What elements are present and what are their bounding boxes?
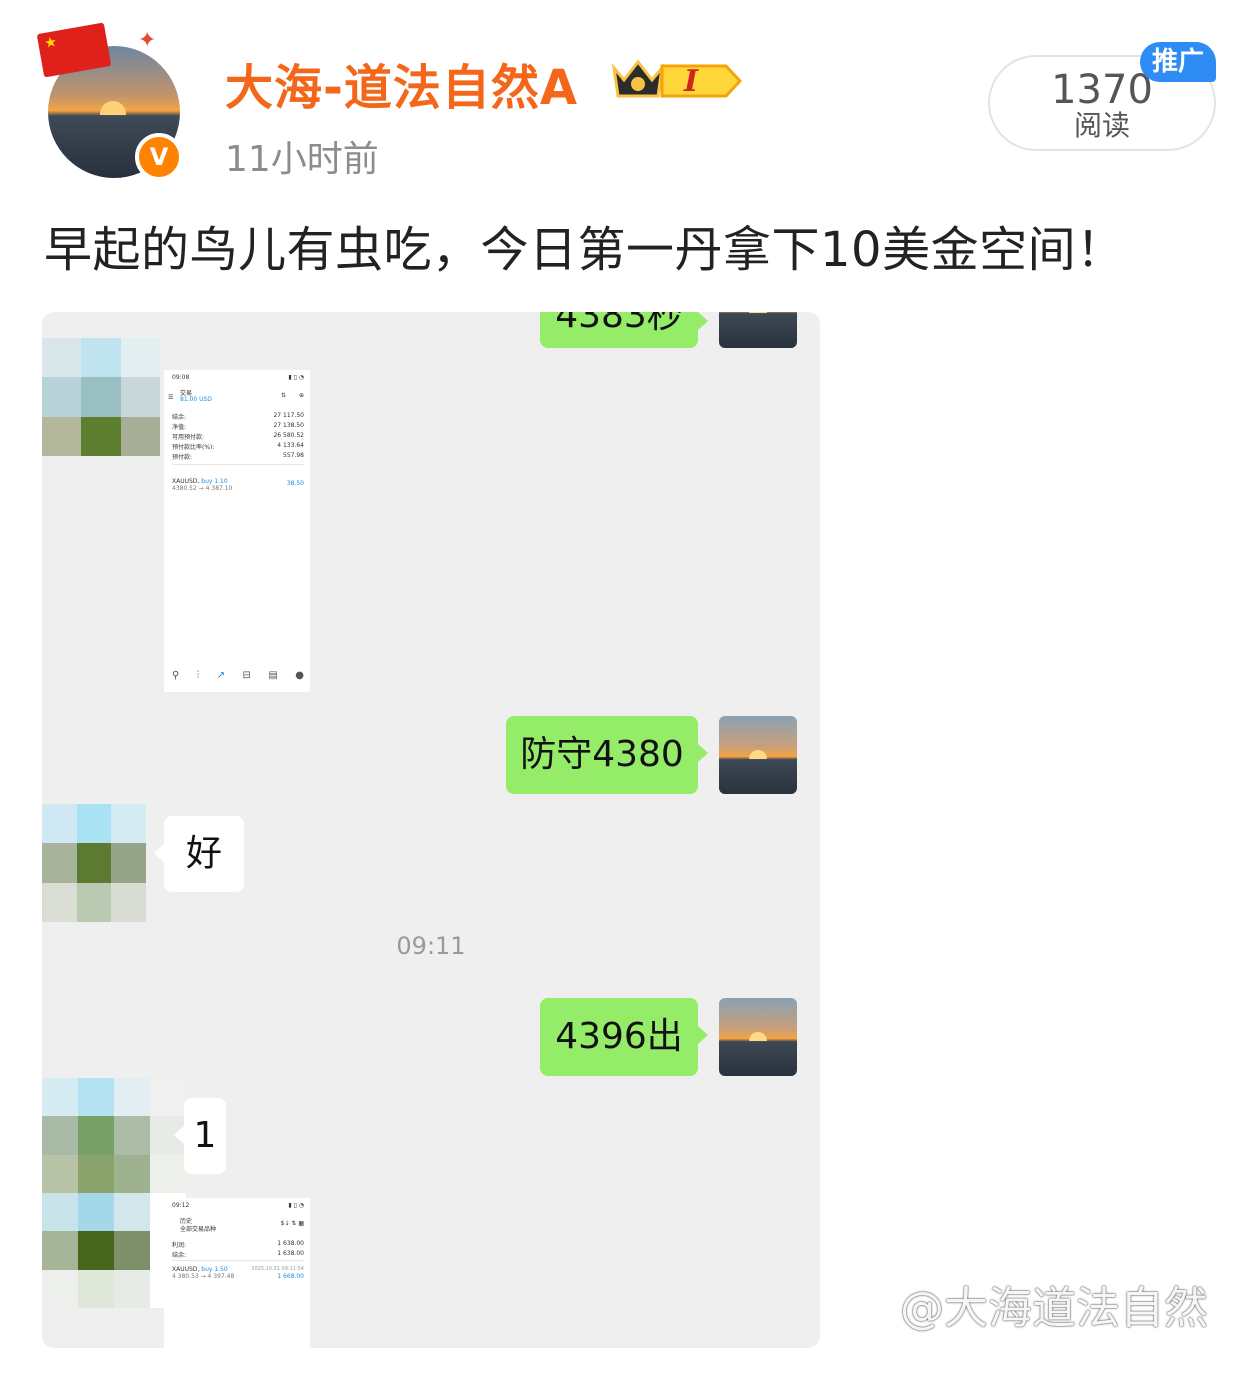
account-row-label: 预付款:	[172, 454, 193, 461]
account-row: 预付款: 557.98	[172, 452, 304, 461]
level-badge: I	[660, 62, 742, 100]
chat-bubble-partial: 4383秒	[540, 312, 708, 348]
sender-avatar	[719, 998, 797, 1076]
position-profit: 38.50	[286, 480, 304, 487]
history-icon: ⊟	[242, 670, 251, 681]
level-badge-label: I	[684, 64, 699, 99]
chat-time-label: 09:11	[396, 932, 466, 960]
account-row-value: 1 638.00	[277, 1250, 304, 1257]
status-time: 09:12	[172, 1202, 190, 1209]
chat-bubble-defend: 防守4380	[506, 716, 708, 794]
screen-subtitle: 81.00 USD	[180, 396, 212, 403]
messages-icon: ●	[295, 670, 304, 681]
chat-bubble-exit: 4396出	[540, 998, 708, 1076]
account-row: 净值: 27 138.50	[172, 422, 304, 431]
chat-bubble-ok: 好	[154, 816, 244, 892]
sender-avatar	[719, 716, 797, 794]
birds-icon: ✦	[138, 28, 157, 53]
position-profit: 1 668.00	[277, 1273, 304, 1280]
chat-bubble-partial-text: 4383秒	[555, 312, 683, 336]
chart-icon: ⫶	[196, 670, 200, 681]
screen-subtitle: 全部交易品种	[180, 1226, 217, 1233]
promote-button[interactable]: 推广	[1140, 42, 1216, 82]
account-row: 结余: 27 117.50	[172, 412, 304, 421]
account-row-value: 27 138.50	[273, 422, 304, 429]
blurred-avatar	[42, 338, 160, 456]
trade-screenshot: 09:08 ▮ ▯ ◔ ☰ 交易 81.00 USD ⇅ ⊕ 结余: 27 117…	[164, 370, 310, 692]
trade-screenshot: 09:12 ▮ ▯ ◔ 历史 全部交易品种 $↓ ⇅ ▦ 利润: 1 638.00…	[164, 1198, 310, 1348]
quotes-icon: ⚲	[172, 670, 180, 681]
sender-avatar	[719, 312, 797, 348]
watermark: @大海道法自然	[900, 1283, 1208, 1334]
account-row-value: 557.98	[283, 452, 304, 459]
news-icon: ▤	[268, 670, 278, 681]
read-count-label: 阅读	[1073, 109, 1130, 142]
trade-icon: ↗	[216, 670, 226, 681]
position-type: buy 1.50	[201, 1266, 228, 1273]
account-row-label: 结余:	[172, 414, 187, 421]
account-row-value: 1 638.00	[277, 1240, 304, 1247]
account-row: 结余: 1 638.00	[172, 1250, 304, 1259]
account-row-label: 净值:	[172, 424, 187, 431]
account-row: 利润: 1 638.00	[172, 1240, 304, 1249]
post-text: 早起的鸟儿有虫吃，今日第一丹拿下10美金空间！	[44, 222, 1125, 278]
position-symbol: XAUUSD,	[172, 478, 200, 485]
blurred-avatar	[42, 804, 146, 922]
account-row-value: 26 580.52	[273, 432, 304, 439]
account-row-label: 结余:	[172, 1252, 187, 1259]
account-row-value: 27 117.50	[273, 412, 304, 419]
account-row-label: 可用预付款:	[172, 434, 205, 441]
account-row-value: 4 133.64	[277, 442, 304, 449]
chat-bubble-exit-text: 4396出	[555, 1016, 683, 1057]
chat-bubble-one-text: 1	[193, 1115, 217, 1156]
account-row: 预付款比率(%): 4 133.64	[172, 442, 304, 451]
account-row-label: 预付款比率(%):	[172, 444, 215, 451]
crown-icon	[611, 59, 665, 98]
account-row-label: 利润:	[172, 1242, 187, 1249]
post-timestamp: 11小时前	[225, 139, 379, 180]
position-time: 2025.10.21 09:11:54	[251, 1266, 304, 1272]
chat-bubble-ok-text: 好	[185, 833, 222, 874]
chat-bubble-one: 1	[174, 1098, 226, 1174]
chat-bubble-defend-text: 防守4380	[520, 734, 684, 775]
position-prices: 4 380.53 → 4 397.48	[172, 1273, 235, 1280]
position-prices: 4380.52 → 4 387.10	[172, 485, 233, 492]
username[interactable]: 大海-道法自然A	[225, 48, 578, 118]
post-image[interactable]: 4383秒 09:08 ▮ ▯ ◔ ☰ 交易 81.00 USD ⇅ ⊕ 结余:…	[42, 312, 820, 1348]
status-time: 09:08	[172, 374, 190, 381]
position-symbol: XAUUSD,	[172, 1266, 200, 1273]
verified-badge-icon: V	[135, 133, 183, 181]
position-type: buy 1.10	[201, 478, 228, 485]
account-row: 可用预付款: 26 580.52	[172, 432, 304, 441]
